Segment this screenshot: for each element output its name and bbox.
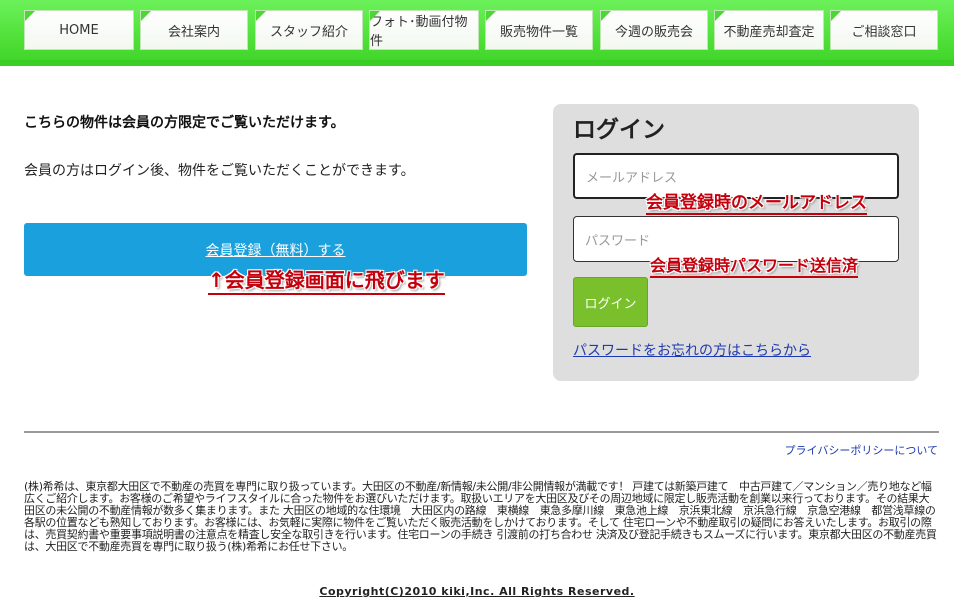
nav-item-listings[interactable]: 販売物件一覧 <box>485 10 593 50</box>
corner-mark-icon <box>370 11 380 21</box>
members-only-notice: こちらの物件は会員の方限定でご覧いただけます。 <box>24 115 345 131</box>
nav-item-staff[interactable]: スタッフ紹介 <box>255 10 363 50</box>
nav-item-company[interactable]: 会社案内 <box>140 10 248 50</box>
login-button-label: ログイン <box>584 296 637 312</box>
corner-mark-icon <box>25 11 35 21</box>
password-annotation: 会員登録時パスワード送信済 <box>650 252 859 278</box>
nav-label: HOME <box>59 22 99 38</box>
top-nav: HOME 会社案内 スタッフ紹介 フォト･動画付物件 販売物件一覧 今週の販売会… <box>0 0 954 66</box>
nav-label: フォト･動画付物件 <box>370 15 468 49</box>
email-annotation: 会員登録時のメールアドレス <box>646 188 867 215</box>
nav-item-consultation[interactable]: ご相談窓口 <box>830 10 938 50</box>
nav-label: 不動産売却査定 <box>723 24 815 40</box>
nav-label: 販売物件一覧 <box>499 24 578 40</box>
corner-mark-icon <box>486 11 496 21</box>
corner-mark-icon <box>601 11 611 21</box>
login-button[interactable]: ログイン <box>573 277 648 327</box>
nav-label: 今週の販売会 <box>614 24 693 40</box>
company-description: (株)希希は、東京都大田区で不動産の売買を専門に取り扱っています。大田区の不動産… <box>24 480 937 553</box>
copyright[interactable]: Copyright(C)2010 kiki,Inc. All Rights Re… <box>0 585 954 598</box>
password-placeholder: パスワード <box>585 233 651 249</box>
forgot-password-link[interactable]: パスワードをお忘れの方はこちらから <box>573 340 811 360</box>
register-button-label: 会員登録（無料）する <box>205 242 346 259</box>
corner-mark-icon <box>256 11 266 21</box>
corner-mark-icon <box>831 11 841 21</box>
nav-item-appraisal[interactable]: 不動産売却査定 <box>714 10 824 50</box>
login-instruction-text: 会員の方はログイン後、物件をご覧いただくことができます。 <box>24 163 415 179</box>
register-annotation: ↑会員登録画面に飛びます <box>208 264 445 295</box>
footer-divider <box>24 431 939 433</box>
corner-mark-icon <box>715 11 725 21</box>
privacy-policy-link[interactable]: プライバシーポリシーについて <box>785 442 938 458</box>
login-title: ログイン <box>573 117 665 143</box>
email-placeholder: メールアドレス <box>586 170 678 186</box>
nav-label: 会社案内 <box>167 24 220 40</box>
corner-mark-icon <box>141 11 151 21</box>
nav-item-photo-video[interactable]: フォト･動画付物件 <box>369 10 479 50</box>
nav-label: スタッフ紹介 <box>269 24 348 40</box>
nav-item-sales-event[interactable]: 今週の販売会 <box>600 10 708 50</box>
nav-item-home[interactable]: HOME <box>24 10 134 50</box>
nav-label: ご相談窓口 <box>851 24 917 40</box>
